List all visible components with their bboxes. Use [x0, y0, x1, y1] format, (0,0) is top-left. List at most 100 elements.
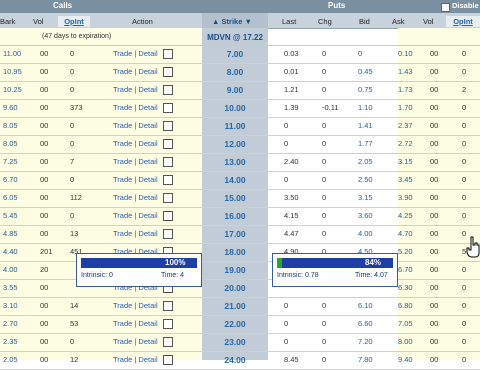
row-select-checkbox[interactable] [163, 355, 173, 365]
put-opint: 0 [462, 49, 467, 58]
put-opint: 0 [462, 139, 467, 148]
put-bid: 1.10 [358, 103, 373, 112]
row-select-checkbox[interactable] [163, 229, 173, 239]
row-select-checkbox[interactable] [163, 139, 173, 149]
col-chg[interactable]: Chg [318, 16, 332, 27]
col-opint-puts[interactable]: OpInt [446, 16, 480, 27]
put-last: 1.39 [284, 103, 299, 112]
trade-detail-link[interactable]: Trade | Detail [113, 99, 158, 117]
put-opint: 0 [462, 301, 467, 310]
put-opint: 2 [462, 85, 467, 94]
row-select-checkbox[interactable] [163, 49, 173, 59]
underlying-quote: MDVN @ 17.22 [207, 33, 263, 42]
put-ask: 2.72 [398, 139, 413, 148]
row-select-checkbox[interactable] [163, 319, 173, 329]
call-bark: 3.10 [3, 301, 18, 310]
put-vol: 00 [430, 121, 439, 130]
table-row: 10.25 00 0 1.21 0 0.75 1.73 00 2 9.00 Trade | Deta… [0, 81, 480, 100]
table-row: 11.00 00 0 0.03 0 0 0.10 00 0 7.00 Trade | Detail [0, 45, 480, 64]
strike-price: 10.00 [224, 103, 246, 113]
put-vol: 00 [430, 139, 439, 148]
put-bid: 6.10 [358, 301, 373, 310]
table-row: 7.25 00 7 2.40 0 2.05 3.15 00 0 13.00 Trade | Deta… [0, 153, 480, 172]
strike-label: Strike [221, 17, 243, 26]
col-bid[interactable]: Bid [359, 16, 370, 27]
row-select-checkbox[interactable] [163, 337, 173, 347]
row-select-checkbox[interactable] [163, 157, 173, 167]
put-vol: 00 [430, 229, 439, 238]
put-chg: 0 [322, 211, 327, 220]
put-ask: 3.15 [398, 157, 413, 166]
put-bid: 1.41 [358, 121, 373, 130]
trade-detail-link[interactable]: Trade | Detail [113, 225, 158, 243]
row-select-checkbox[interactable] [163, 211, 173, 221]
put-opint: 0 [462, 157, 467, 166]
call-opint: 0 [70, 175, 75, 184]
put-last: 0 [284, 337, 289, 346]
pointing-hand-icon [466, 236, 480, 258]
puts-title: Puts [328, 1, 346, 10]
row-select-checkbox[interactable] [163, 67, 173, 77]
trade-detail-link[interactable]: Trade | Detail [113, 351, 158, 369]
col-bark[interactable]: Bark [0, 16, 15, 27]
trade-detail-link[interactable]: Trade | Detail [113, 333, 158, 351]
put-chg: 0 [322, 337, 327, 346]
row-select-checkbox[interactable] [163, 175, 173, 185]
table-row: 2.35 00 0 0 0 7.20 8.00 00 0 23.00 Trade | Detail [0, 333, 480, 352]
disable-checkbox[interactable] [441, 3, 450, 12]
col-vol-puts[interactable]: Vol [423, 16, 433, 27]
table-row: 2.05 00 12 8.45 0 7.80 9.40 00 0 24.00 Trade | Det… [0, 351, 480, 370]
col-vol-calls[interactable]: Vol [33, 16, 43, 27]
put-last: 0.03 [284, 49, 299, 58]
col-action: Action [132, 17, 153, 26]
call-bark: 3.55 [3, 283, 18, 292]
call-vol: 00 [40, 193, 49, 202]
put-bid: 6.60 [358, 319, 373, 328]
call-vol: 00 [40, 229, 49, 238]
trade-detail-link[interactable]: Trade | Detail [113, 81, 158, 99]
trade-detail-link[interactable]: Trade | Detail [113, 171, 158, 189]
call-vol: 00 [40, 301, 49, 310]
call-opint: 0 [70, 121, 75, 130]
call-opint: 0 [70, 85, 75, 94]
trade-detail-link[interactable]: Trade | Detail [113, 153, 158, 171]
call-vol: 00 [40, 175, 49, 184]
trade-detail-link[interactable]: Trade | Detail [113, 297, 158, 315]
table-row: 3.10 00 14 0 0 6.10 6.80 00 0 21.00 Trade | Detail [0, 297, 480, 316]
put-chg: 0 [322, 175, 327, 184]
call-opint: 373 [70, 103, 83, 112]
trade-detail-link[interactable]: Trade | Detail [113, 207, 158, 225]
call-vol: 00 [40, 67, 49, 76]
trade-detail-link[interactable]: Trade | Detail [113, 117, 158, 135]
trade-detail-link[interactable]: Trade | Detail [113, 189, 158, 207]
call-opint: 14 [70, 301, 79, 310]
col-opint-calls[interactable]: OpInt [58, 16, 90, 27]
put-last: 0 [284, 301, 289, 310]
row-select-checkbox[interactable] [163, 103, 173, 113]
strike-price: 22.00 [224, 319, 246, 329]
put-vol: 00 [430, 301, 439, 310]
expiration-text: (47 days to expiration) [42, 33, 112, 40]
row-select-checkbox[interactable] [163, 193, 173, 203]
call-bark: 4.85 [3, 229, 18, 238]
trade-detail-link[interactable]: Trade | Detail [113, 63, 158, 81]
col-ask[interactable]: Ask [392, 16, 405, 27]
call-opint: 0 [70, 211, 75, 220]
row-select-checkbox[interactable] [163, 85, 173, 95]
row-select-checkbox[interactable] [163, 301, 173, 311]
call-opint: 7 [70, 157, 75, 166]
row-select-checkbox[interactable] [163, 121, 173, 131]
strike-price: 11.00 [224, 121, 246, 131]
put-vol: 00 [430, 211, 439, 220]
call-vol: 201 [40, 247, 53, 256]
table-row: 9.60 00 373 1.39 -0.11 1.10 1.70 00 0 10.00 Trade … [0, 99, 480, 118]
col-last[interactable]: Last [282, 16, 296, 27]
trade-detail-link[interactable]: Trade | Detail [113, 45, 158, 63]
call-opint: 12 [70, 355, 79, 364]
put-vol: 00 [430, 157, 439, 166]
strike-price: 12.00 [224, 139, 246, 149]
trade-detail-link[interactable]: Trade | Detail [113, 315, 158, 333]
put-vol: 00 [430, 67, 439, 76]
trade-detail-link[interactable]: Trade | Detail [113, 135, 158, 153]
col-strike[interactable]: ▲ Strike ▼ [212, 16, 252, 27]
